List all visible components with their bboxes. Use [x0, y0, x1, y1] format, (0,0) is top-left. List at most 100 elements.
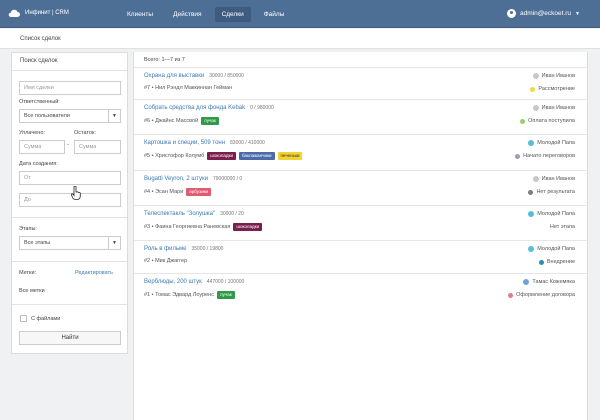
owner-avatar-icon [528, 140, 535, 146]
stage-dot-icon [520, 118, 526, 124]
deal-row[interactable]: Роль в фильме 35000 / 19800 #2 • Мик Джагг… [134, 240, 587, 273]
deal-row[interactable]: Верблюды, 200 штук 447000 / 100000 #1 • То… [134, 273, 587, 313]
responsible-select[interactable]: Все пользователи ▼ [19, 109, 121, 123]
owner-name: Иван Иванов [541, 105, 575, 111]
stages-select[interactable]: Все этапы ▼ [19, 236, 121, 250]
deal-client-line: #6 • Джайнс Массвой лучак [144, 117, 219, 125]
top-navigation-bar: Инфинит | CRM Клиенты Действия Сделки Фа… [0, 0, 600, 28]
deal-amount: 0 / 980000 [250, 105, 274, 111]
deal-stage: Внедрение [538, 259, 575, 265]
deal-row[interactable]: Телеспектакль "Золушка" 30000 / 20 #3 • Фа… [134, 205, 587, 240]
deal-title-line: Bugatti Veyron, 2 штуки 79000000 / 0 [144, 176, 242, 182]
deal-stage: Нет этапа [550, 224, 575, 230]
search-panel-title: Поиск сделок [20, 58, 58, 64]
responsible-label: Ответственный: [19, 99, 60, 105]
deal-amount: 30000 / 850000 [209, 73, 244, 79]
user-icon [507, 9, 516, 18]
deal-stage: Оплата поступила [520, 118, 575, 124]
deal-amount: 447000 / 100000 [206, 279, 245, 285]
deals-count: Всего: 1—7 из 7 [144, 57, 185, 63]
deal-search-panel: Поиск сделок Имя сделки Ответственный: В… [11, 52, 128, 354]
stage-name: Оформление договора [516, 292, 575, 298]
remain-sum-input[interactable]: Сумма [74, 140, 121, 154]
deal-client: #4 • Эсан Мари [144, 189, 184, 195]
deal-tag: лучак [216, 291, 235, 299]
nav-files[interactable]: Файлы [257, 7, 292, 22]
hand-cursor-icon [71, 186, 81, 200]
deal-title-link[interactable]: Картошка и специи, 509 тонн [144, 140, 225, 146]
deal-amount: 83000 / 410000 [230, 140, 265, 146]
brand-logo[interactable]: Инфинит | CRM [8, 9, 69, 17]
responsible-value: Все пользователи [24, 113, 70, 119]
stage-dot-icon [530, 86, 536, 92]
main-nav: Клиенты Действия Сделки Файлы [120, 7, 297, 22]
deal-tag: шоколадки [207, 152, 237, 160]
deal-client: #5 • Христофор Колумб [144, 153, 205, 159]
deal-tag: лучак [201, 117, 219, 125]
deal-title-link[interactable]: Охрана для выставки [144, 73, 204, 79]
divider [12, 304, 127, 305]
with-files-checkbox[interactable] [20, 315, 27, 322]
deal-client: #6 • Джайнс Массвой [144, 118, 199, 124]
deal-title-link[interactable]: Верблюды, 200 штук [144, 279, 202, 285]
divider [12, 261, 127, 262]
deal-stage: Оформление договора [508, 292, 575, 298]
deal-title-link[interactable]: Телеспектакль "Золушка" [144, 211, 215, 217]
deal-tag: арбузики [186, 188, 212, 196]
divider [12, 217, 127, 218]
chevron-down-icon: ▼ [108, 110, 120, 122]
deal-title-link[interactable]: Роль в фильме [144, 246, 186, 252]
deal-row[interactable]: Собрать средства для фонда Kebak 0 / 9800… [134, 99, 587, 134]
chevron-down-icon: ▼ [575, 10, 580, 17]
deal-title-line: Телеспектакль "Золушка" 30000 / 20 [144, 211, 244, 217]
stage-name: Начато переговоров [523, 153, 575, 159]
deal-title-line: Картошка и специи, 509 тонн 83000 / 41000… [144, 140, 265, 146]
user-menu[interactable]: admin@eckoet.ru ▼ [507, 9, 580, 18]
all-tags-option[interactable]: Все метки [19, 288, 45, 294]
deal-title-line: Роль в фильме 35000 / 19800 [144, 246, 223, 252]
deal-stage: Рассмотрение [530, 86, 575, 92]
deal-client-line: #1 • Томас Эдвард Лоуренс лучак [144, 291, 235, 299]
deal-client: #2 • Мик Джаггер [144, 258, 188, 264]
edit-tags-link[interactable]: Редактировать [75, 270, 113, 276]
deal-owner: Иван Иванов [532, 176, 575, 182]
deal-row[interactable]: Охрана для выставки 30000 / 850000 #7 • Ни… [134, 67, 587, 99]
created-date-label: Дата создания: [19, 161, 58, 167]
deal-title-link[interactable]: Bugatti Veyron, 2 штуки [144, 176, 208, 182]
nav-clients[interactable]: Клиенты [120, 7, 160, 22]
with-files-label: С файлами [31, 316, 61, 322]
paid-sum-input[interactable]: Сумма [19, 140, 65, 154]
stage-dot-icon [528, 189, 534, 195]
deal-amount: 79000000 / 0 [212, 176, 243, 182]
owner-avatar-icon [523, 279, 530, 285]
cloud-icon [8, 9, 20, 17]
date-to-input[interactable]: До [19, 193, 121, 207]
deal-amount: 30000 / 20 [220, 211, 244, 217]
deal-client-line: #5 • Христофор Колумб шоколадки баклажанчи… [144, 152, 303, 160]
page-title: Список сделок [20, 36, 61, 42]
stage-name: Оплата поступила [528, 118, 575, 124]
deal-owner: Иван Иванов [532, 73, 575, 79]
owner-name: Молодой Папа [537, 246, 575, 252]
deal-row[interactable]: Картошка и специи, 509 тонн 83000 / 41000… [134, 134, 587, 170]
deal-row[interactable]: Bugatti Veyron, 2 штуки 79000000 / 0 #4 • … [134, 170, 587, 205]
owner-avatar-icon [528, 211, 535, 217]
owner-name: Тамас Кожемяка [532, 279, 575, 285]
nav-actions[interactable]: Действия [166, 7, 208, 22]
brand-name: Инфинит | CRM [25, 10, 69, 16]
deal-client: #7 • Нил Рэндл Маккиннан Гейман [144, 85, 233, 91]
nav-deals[interactable]: Сделки [214, 7, 251, 22]
deal-owner: Молодой Папа [528, 140, 575, 146]
owner-name: Иван Иванов [541, 73, 575, 79]
find-button[interactable]: Найти [19, 331, 121, 345]
stages-label: Этапы: [19, 226, 37, 232]
stage-name: Нет результата [536, 189, 575, 195]
deal-title-link[interactable]: Собрать средства для фонда Kebak [144, 105, 245, 111]
deal-owner: Молодой Папа [528, 246, 575, 252]
deal-owner: Иван Иванов [532, 105, 575, 111]
remain-label: Остаток: [74, 130, 96, 136]
date-from-input[interactable]: От [19, 171, 121, 185]
deal-owner: Молодой Папа [528, 211, 575, 217]
deal-title-line: Охрана для выставки 30000 / 850000 [144, 73, 244, 79]
deal-name-input[interactable]: Имя сделки [19, 81, 121, 95]
